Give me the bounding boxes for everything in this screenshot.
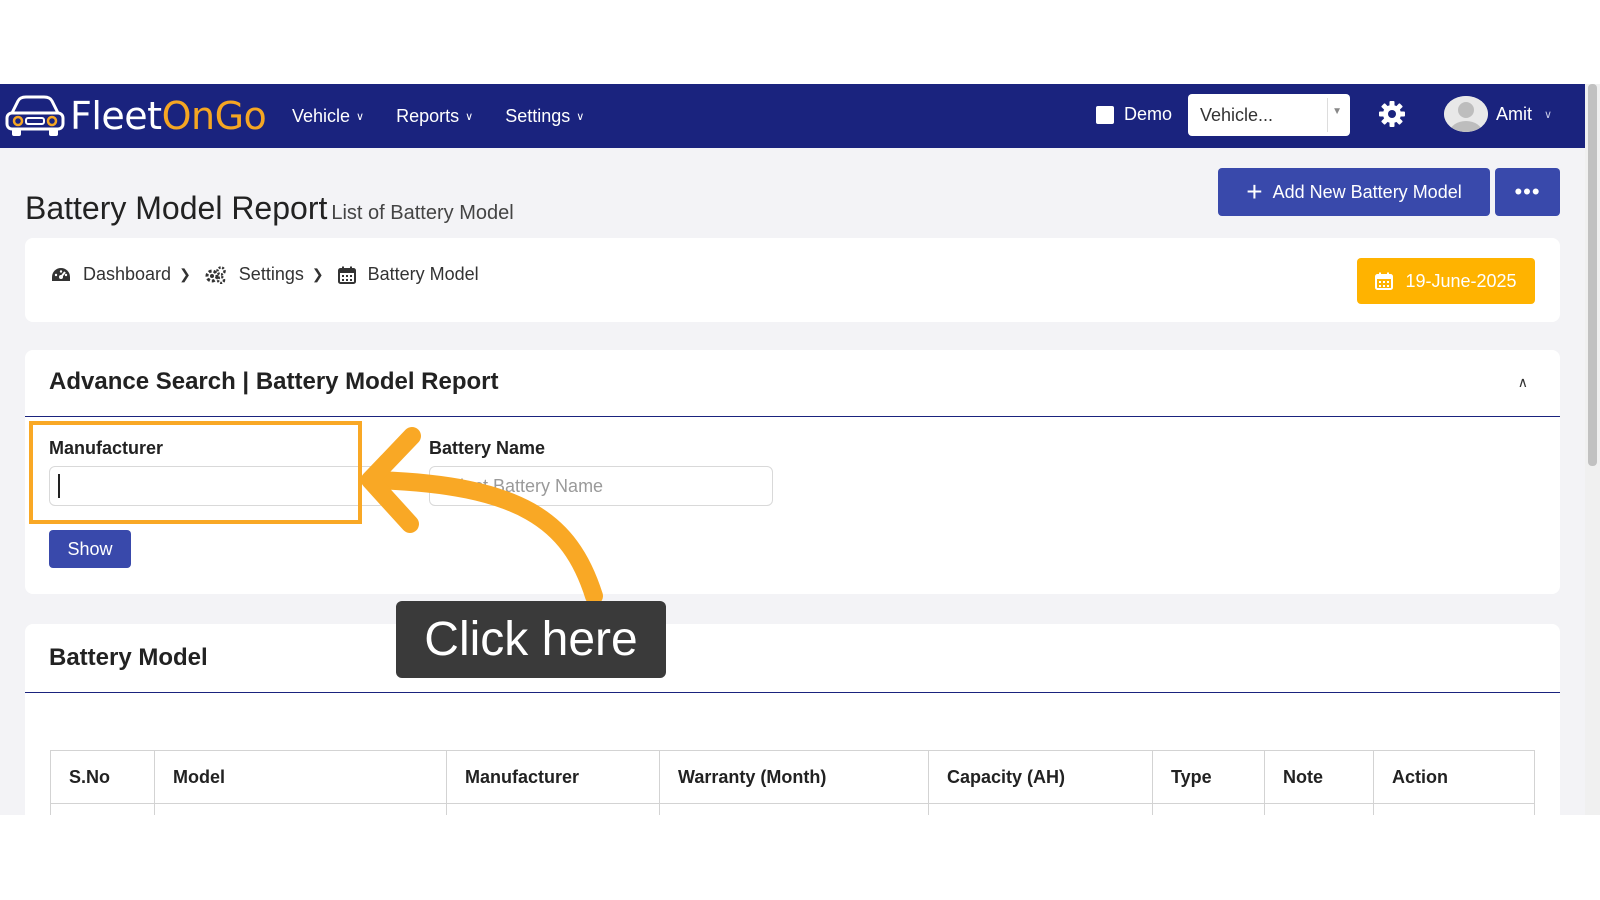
click-here-callout: Click here [396, 601, 666, 678]
callout-arrow-icon [361, 427, 603, 605]
